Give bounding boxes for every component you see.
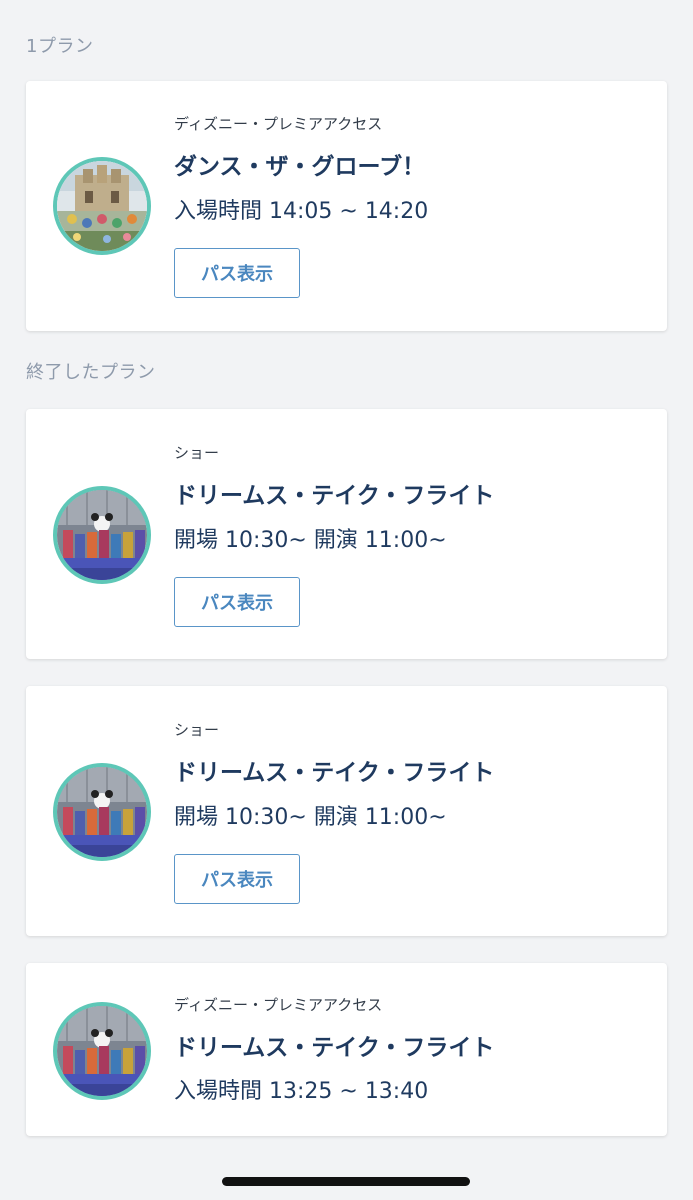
stage-show-photo xyxy=(57,490,147,580)
active-plans-section-title: 1プラン xyxy=(26,36,94,57)
entry-time: 入場時間 14:05 ~ 14:20 xyxy=(174,199,429,224)
show-thumbnail xyxy=(53,486,151,584)
show-thumbnail xyxy=(53,1002,151,1100)
plan-category: ショー xyxy=(174,721,220,739)
home-indicator[interactable] xyxy=(222,1177,470,1186)
castle-show-photo xyxy=(57,161,147,251)
plan-category: ショー xyxy=(174,444,220,462)
show-time: 開場 10:30~ 開演 11:00~ xyxy=(174,528,447,553)
plan-category: ディズニー・プレミアアクセス xyxy=(174,996,383,1014)
stage-show-photo xyxy=(57,767,147,857)
plan-card[interactable]: ディズニー・プレミアアクセス ダンス・ザ・グローブ！ 入場時間 14:05 ~ … xyxy=(26,81,667,331)
show-pass-button[interactable]: パス表示 xyxy=(174,248,300,298)
stage-show-photo xyxy=(57,1006,147,1096)
show-thumbnail xyxy=(53,763,151,861)
plan-card[interactable]: ディズニー・プレミアアクセス ドリームス・テイク・フライト 入場時間 13:25… xyxy=(26,963,667,1136)
show-pass-button[interactable]: パス表示 xyxy=(174,854,300,904)
show-name: ドリームス・テイク・フライト xyxy=(174,760,495,786)
show-name: ドリームス・テイク・フライト xyxy=(174,483,495,509)
plan-category: ディズニー・プレミアアクセス xyxy=(174,115,383,133)
show-name: ダンス・ザ・グローブ！ xyxy=(174,154,426,180)
show-thumbnail xyxy=(53,157,151,255)
show-pass-button[interactable]: パス表示 xyxy=(174,577,300,627)
ended-plans-section-title: 終了したプラン xyxy=(26,362,156,383)
show-name: ドリームス・テイク・フライト xyxy=(174,1035,495,1061)
plan-card[interactable]: ショー ドリームス・テイク・フライト 開場 10:30~ 開演 11:00~ パ… xyxy=(26,686,667,936)
entry-time: 入場時間 13:25 ~ 13:40 xyxy=(174,1079,429,1104)
plan-card[interactable]: ショー ドリームス・テイク・フライト 開場 10:30~ 開演 11:00~ パ… xyxy=(26,409,667,659)
show-time: 開場 10:30~ 開演 11:00~ xyxy=(174,805,447,830)
